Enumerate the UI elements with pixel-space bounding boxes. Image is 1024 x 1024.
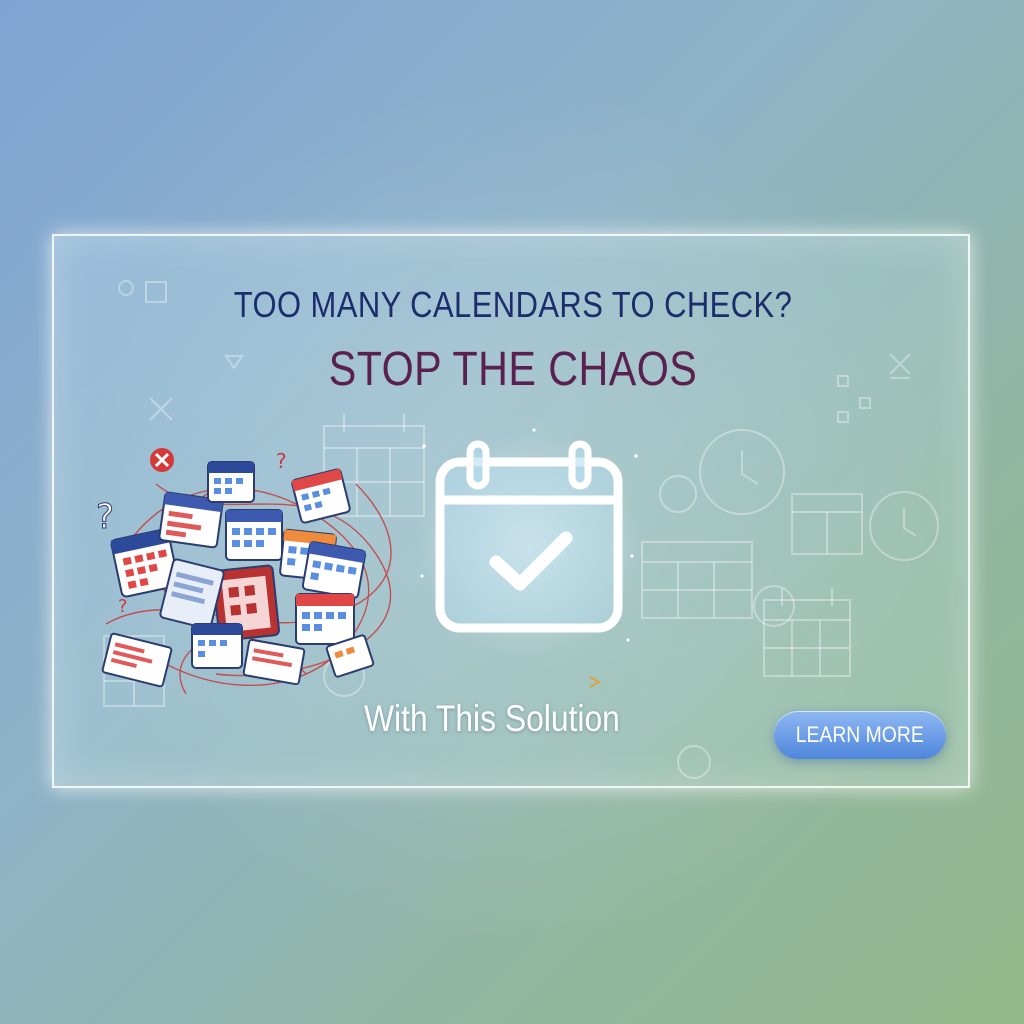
question-mark-icon: ? — [276, 449, 287, 473]
subheadline: STOP THE CHAOS — [328, 343, 698, 396]
close-icon — [150, 448, 174, 472]
calendar-card — [301, 541, 367, 599]
bg-clock-icon — [699, 429, 785, 515]
question-mark-icon: ? — [96, 497, 114, 537]
calendar-card — [191, 623, 243, 669]
calendar-card — [242, 638, 306, 686]
bg-clock-icon — [869, 491, 939, 561]
bg-calendar-icon — [763, 588, 851, 677]
question-mark-icon: ? — [118, 596, 128, 617]
headline: TOO MANY CALENDARS TO CHECK? — [233, 284, 793, 325]
calendar-card — [291, 468, 351, 524]
solution-text: With This Solution — [364, 698, 620, 739]
bg-calendar-icon — [641, 541, 753, 619]
learn-more-button[interactable]: LEARN MORE — [774, 711, 946, 759]
calendar-check-icon — [417, 428, 641, 656]
learn-more-label: LEARN MORE — [795, 722, 925, 747]
calendar-card — [101, 632, 173, 688]
calendar-card — [225, 509, 283, 561]
promo-banner: TOO MANY CALENDARS TO CHECK? STOP THE CH… — [52, 234, 970, 788]
calendar-card — [207, 461, 255, 503]
calendar-card — [295, 593, 355, 645]
cluttered-calendars-illustration: ? ? ? — [96, 448, 392, 695]
arrow-right-icon — [476, 676, 602, 688]
